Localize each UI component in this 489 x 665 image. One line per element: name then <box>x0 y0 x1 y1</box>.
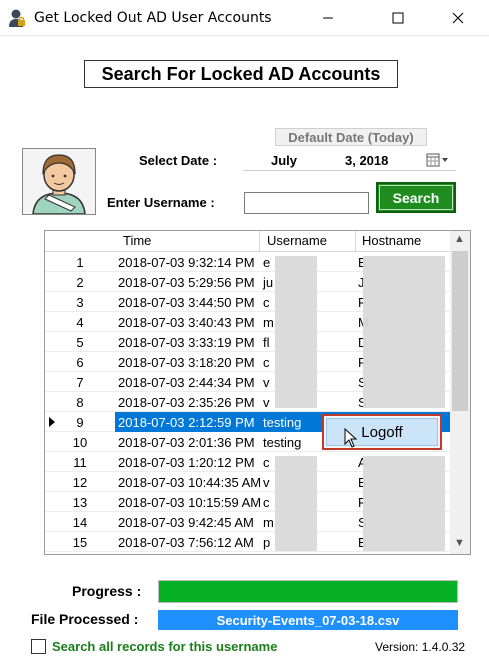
version-label: Version: 1.4.0.32 <box>375 640 466 654</box>
row-username: fl <box>263 335 270 350</box>
row-username: c <box>263 295 270 310</box>
search-all-option[interactable]: Search all records for this username <box>31 639 277 654</box>
row-time: 2018-07-03 2:35:26 PM <box>118 395 255 410</box>
progress-fill <box>159 581 457 602</box>
select-date-label: Select Date : <box>139 153 218 168</box>
username-label: Enter Username : <box>107 195 215 210</box>
user-avatar-icon <box>32 154 86 215</box>
obscured-usernames-top <box>275 256 317 408</box>
title-bar: Get Locked Out AD User Accounts <box>0 0 489 36</box>
row-username: v <box>263 375 270 390</box>
row-index: 12 <box>72 475 88 490</box>
progress-label: Progress : <box>72 583 142 599</box>
row-time: 2018-07-03 10:44:35 AM <box>118 475 262 490</box>
search-button[interactable]: Search <box>376 182 456 213</box>
row-index: 4 <box>76 315 84 330</box>
row-index: 1 <box>76 255 84 270</box>
calendar-dropdown-icon[interactable] <box>426 152 450 168</box>
default-date-button[interactable]: Default Date (Today) <box>275 128 427 146</box>
maximize-button[interactable] <box>375 0 421 36</box>
row-index: 7 <box>76 375 84 390</box>
row-username: testing <box>263 415 302 430</box>
column-header-username[interactable]: Username <box>267 233 327 248</box>
progress-bar <box>158 580 458 603</box>
date-picker[interactable]: July 3, 2018 <box>243 149 456 171</box>
row-username: m <box>263 315 274 330</box>
grid-scrollbar[interactable]: ▲ ▼ <box>450 231 470 554</box>
row-username: ju <box>263 275 274 290</box>
context-menu: Logoff <box>322 414 442 450</box>
file-processed-value: Security-Events_07-03-18.csv <box>158 610 458 630</box>
row-time: 2018-07-03 3:40:43 PM <box>118 315 255 330</box>
obscured-hostnames-top <box>363 256 445 408</box>
row-index: 13 <box>72 495 88 510</box>
avatar <box>22 148 96 215</box>
row-index: 11 <box>73 455 87 470</box>
row-index: 14 <box>72 515 88 530</box>
row-index: 2 <box>76 275 84 290</box>
row-username: c <box>263 455 270 470</box>
row-username: v <box>263 475 270 490</box>
row-username: c <box>263 355 270 370</box>
search-all-label[interactable]: Search all records for this username <box>52 639 277 654</box>
row-username: v <box>263 395 270 410</box>
row-index: 3 <box>76 295 84 310</box>
scroll-up-icon[interactable]: ▲ <box>454 233 465 245</box>
row-time: 2018-07-03 2:01:36 PM <box>118 435 255 450</box>
column-header-hostname[interactable]: Hostname <box>362 233 421 248</box>
results-grid[interactable]: Time Username Hostname 1 2018-07-03 9:32:… <box>44 230 471 555</box>
row-time: 2018-07-03 10:15:59 AM <box>118 495 262 510</box>
search-all-checkbox[interactable] <box>31 639 46 654</box>
scroll-thumb[interactable] <box>452 251 468 411</box>
row-username: p <box>263 535 271 550</box>
row-time: 2018-07-03 3:44:50 PM <box>118 295 255 310</box>
date-month: July <box>271 153 298 168</box>
maximize-icon <box>392 12 404 24</box>
grid-header: Time Username Hostname <box>45 231 450 252</box>
row-time: 2018-07-03 3:33:19 PM <box>118 335 255 350</box>
row-index: 8 <box>76 395 84 410</box>
row-username: m <box>263 515 274 530</box>
minimize-button[interactable] <box>305 0 351 36</box>
row-time: 2018-07-03 5:29:56 PM <box>118 275 255 290</box>
username-input[interactable] <box>244 192 369 214</box>
row-time: 2018-07-03 3:18:20 PM <box>118 355 255 370</box>
row-username: c <box>263 495 270 510</box>
row-time: 2018-07-03 7:56:12 AM <box>118 535 254 550</box>
mouse-cursor-icon <box>344 428 358 448</box>
column-header-time[interactable]: Time <box>123 233 151 248</box>
user-lock-icon <box>9 9 25 27</box>
row-time: 2018-07-03 9:42:45 AM <box>118 515 254 530</box>
row-time: 2018-07-03 1:20:12 PM <box>118 455 255 470</box>
row-index: 6 <box>76 355 84 370</box>
obscured-usernames-bottom <box>275 456 317 551</box>
logoff-menu-item[interactable]: Logoff <box>326 418 438 446</box>
obscured-hostnames-bottom <box>363 456 445 551</box>
file-processed-label: File Processed : <box>31 611 139 627</box>
minimize-icon <box>323 17 333 19</box>
row-time: 2018-07-03 2:44:34 PM <box>118 375 255 390</box>
page-title: Search For Locked AD Accounts <box>84 60 398 88</box>
row-index: 15 <box>72 535 88 550</box>
scroll-down-icon[interactable]: ▼ <box>454 537 465 549</box>
row-time: 2018-07-03 9:32:14 PM <box>118 255 255 270</box>
row-username: e <box>263 255 271 270</box>
close-button[interactable] <box>435 0 481 36</box>
row-index: 9 <box>76 415 84 430</box>
date-day-year: 3, 2018 <box>345 153 389 168</box>
row-time: 2018-07-03 2:12:59 PM <box>118 415 255 430</box>
row-index: 10 <box>72 435 88 450</box>
row-index: 5 <box>76 335 84 350</box>
window-title: Get Locked Out AD User Accounts <box>34 10 272 26</box>
close-icon <box>452 12 464 24</box>
row-username: testing <box>263 435 302 450</box>
